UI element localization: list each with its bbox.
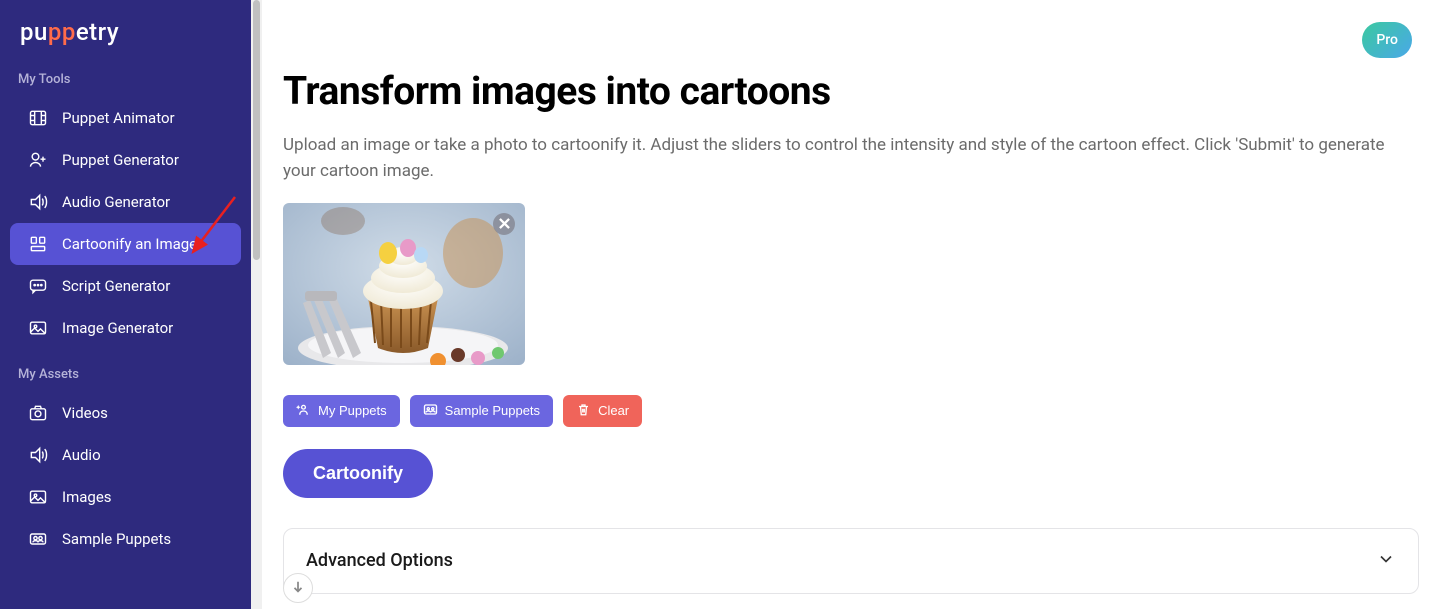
sidebar-item-puppet-generator[interactable]: Puppet Generator — [10, 139, 241, 181]
person-plus-icon — [28, 150, 48, 170]
speaker-icon — [28, 445, 48, 465]
uploaded-image-thumbnail[interactable] — [283, 203, 525, 365]
sidebar-item-label: Audio — [62, 446, 101, 464]
button-label: My Puppets — [318, 403, 387, 418]
brand-logo: puppetry — [0, 0, 251, 54]
sidebar-item-label: Script Generator — [62, 277, 170, 295]
people-icon — [423, 402, 438, 420]
scroll-down-button[interactable] — [283, 573, 313, 603]
sample-puppets-button[interactable]: Sample Puppets — [410, 395, 553, 427]
grid-icon — [28, 234, 48, 254]
speaker-icon — [28, 192, 48, 212]
close-icon — [499, 214, 510, 233]
clear-button[interactable]: Clear — [563, 395, 642, 427]
sidebar: puppetry My Tools Puppet Animator Puppet… — [0, 0, 251, 609]
sidebar-item-puppet-animator[interactable]: Puppet Animator — [10, 97, 241, 139]
sidebar-item-images[interactable]: Images — [10, 476, 241, 518]
button-label: Clear — [598, 403, 629, 418]
accordion-title: Advanced Options — [306, 550, 453, 571]
sidebar-section-label-assets: My Assets — [0, 349, 251, 392]
sidebar-item-label: Puppet Animator — [62, 109, 175, 127]
camera-icon — [28, 403, 48, 423]
chat-dots-icon — [28, 276, 48, 296]
sidebar-item-label: Images — [62, 488, 112, 506]
sidebar-item-sample-puppets[interactable]: Sample Puppets — [10, 518, 241, 560]
trash-icon — [576, 402, 591, 420]
arrow-down-icon — [291, 579, 305, 598]
my-puppets-button[interactable]: My Puppets — [283, 395, 400, 427]
chevron-down-icon — [1376, 549, 1396, 573]
button-label: Sample Puppets — [445, 403, 540, 418]
image-icon — [28, 318, 48, 338]
people-icon — [28, 529, 48, 549]
page-description: Upload an image or take a photo to carto… — [283, 132, 1419, 185]
image-icon — [28, 487, 48, 507]
pro-badge[interactable]: Pro — [1362, 22, 1412, 58]
sidebar-item-image-generator[interactable]: Image Generator — [10, 307, 241, 349]
sidebar-item-label: Audio Generator — [62, 193, 170, 211]
advanced-options-accordion[interactable]: Advanced Options — [283, 528, 1419, 594]
cartoonify-button[interactable]: Cartoonify — [283, 449, 433, 498]
sidebar-item-label: Sample Puppets — [62, 530, 171, 548]
sidebar-item-videos[interactable]: Videos — [10, 392, 241, 434]
main-content: Pro Transform images into cartoons Uploa… — [251, 0, 1430, 609]
sidebar-item-script-generator[interactable]: Script Generator — [10, 265, 241, 307]
sparkle-person-icon — [296, 402, 311, 420]
sidebar-item-label: Puppet Generator — [62, 151, 179, 169]
page-title: Transform images into cartoons — [283, 68, 1419, 114]
sidebar-item-label: Videos — [62, 404, 108, 422]
sidebar-item-label: Cartoonify an Image — [62, 235, 197, 253]
remove-image-button[interactable] — [493, 213, 515, 235]
cupcake-image — [283, 203, 525, 365]
action-button-row: My Puppets Sample Puppets Clear — [283, 395, 1419, 427]
sidebar-item-audio[interactable]: Audio — [10, 434, 241, 476]
sidebar-item-audio-generator[interactable]: Audio Generator — [10, 181, 241, 223]
film-icon — [28, 108, 48, 128]
sidebar-section-label-tools: My Tools — [0, 54, 251, 97]
sidebar-item-label: Image Generator — [62, 319, 173, 337]
sidebar-item-cartoonify-image[interactable]: Cartoonify an Image — [10, 223, 241, 265]
